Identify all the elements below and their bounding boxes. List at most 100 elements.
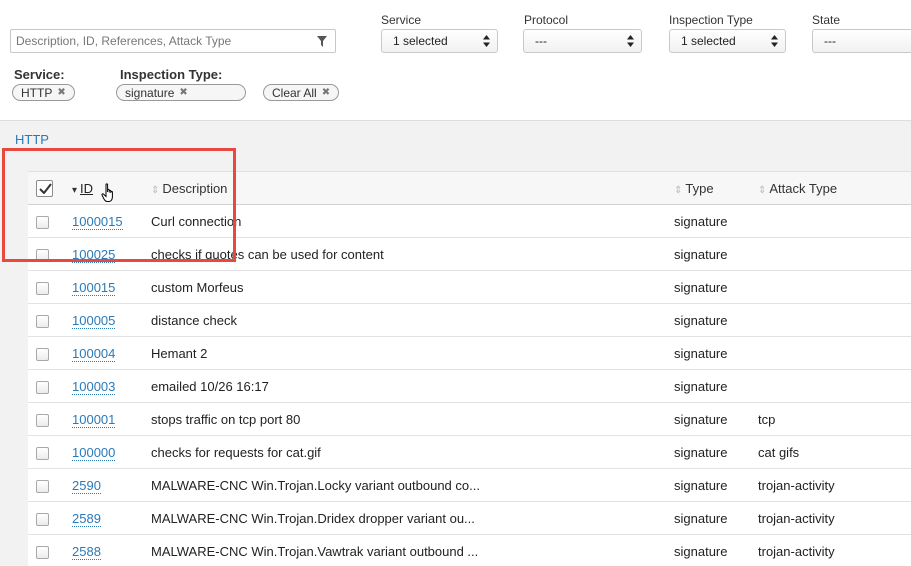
row-checkbox[interactable] <box>36 380 49 394</box>
row-type: signature <box>674 345 728 361</box>
row-type: signature <box>674 411 728 427</box>
column-header-description-label: Description <box>162 180 228 196</box>
table-row[interactable]: 100004 Hemant 2 signature <box>28 336 911 370</box>
table-row[interactable]: 2589 MALWARE-CNC Win.Trojan.Dridex droppe… <box>28 501 911 535</box>
row-checkbox[interactable] <box>36 215 49 229</box>
table-row[interactable]: 100001 stops traffic on tcp port 80 signat… <box>28 402 911 436</box>
row-attack-type <box>751 304 911 337</box>
rule-id-link[interactable]: 2590 <box>72 477 101 494</box>
row-checkbox-cell <box>28 403 64 436</box>
row-attack-type <box>751 271 911 304</box>
rule-id-link[interactable]: 100015 <box>72 279 116 296</box>
row-description: Hemant 2 <box>151 345 208 361</box>
table-row[interactable]: 100005 distance check signature <box>28 303 911 337</box>
row-checkbox[interactable] <box>36 446 49 460</box>
table-row[interactable]: 100015 custom Morfeus signature <box>28 270 911 304</box>
row-description: stops traffic on tcp port 80 <box>151 411 301 427</box>
service-select[interactable]: 1 selected <box>381 29 498 53</box>
row-type: signature <box>674 378 728 394</box>
service-filter-label: Service <box>381 13 422 27</box>
table-row[interactable]: 1000015 Curl connection signature <box>28 204 911 238</box>
row-attack-type: trojan-activity <box>758 477 835 493</box>
chip-label: signature <box>125 85 175 100</box>
row-checkbox[interactable] <box>36 413 49 427</box>
rule-id-link[interactable]: 2588 <box>72 543 101 560</box>
row-checkbox[interactable] <box>36 545 49 559</box>
row-id-cell: 100005 <box>64 304 146 337</box>
sort-icon: ⇕ <box>758 184 767 196</box>
row-checkbox[interactable] <box>36 347 49 361</box>
row-checkbox-cell <box>28 304 64 337</box>
row-checkbox[interactable] <box>36 314 49 328</box>
row-attack-type: trojan-activity <box>758 543 835 559</box>
column-header-attack-type-label: Attack Type <box>769 180 838 196</box>
x-icon[interactable]: ✖ <box>57 87 65 98</box>
table-row[interactable]: 100000 checks for requests for cat.gif sig… <box>28 435 911 469</box>
protocol-filter-label: Protocol <box>524 13 569 27</box>
row-checkbox-cell <box>28 469 64 502</box>
results-panel: HTTP ▾ ID ⇕ Description ⇕ Type ⇕ Attack … <box>0 120 911 566</box>
row-description: emailed 10/26 16:17 <box>151 378 269 394</box>
service-chip-group-label: Service: <box>14 67 65 82</box>
state-select[interactable]: --- <box>812 29 911 53</box>
row-checkbox-cell <box>28 337 64 370</box>
rule-id-link[interactable]: 100001 <box>72 411 116 428</box>
rule-id-link[interactable]: 2589 <box>72 510 101 527</box>
rule-id-link[interactable]: 100000 <box>72 444 116 461</box>
table-row[interactable]: 100003 emailed 10/26 16:17 signature <box>28 369 911 403</box>
x-icon: ✖ <box>321 87 331 98</box>
row-checkbox[interactable] <box>36 479 49 493</box>
column-header-description[interactable]: ⇕ Description <box>146 172 669 205</box>
row-type: signature <box>674 246 728 262</box>
row-description: custom Morfeus <box>151 279 244 295</box>
rule-id-link[interactable]: 100005 <box>72 312 116 329</box>
row-attack-type: cat gifs <box>758 444 800 460</box>
table-header-row: ▾ ID ⇕ Description ⇕ Type ⇕ Attack Type <box>28 171 911 205</box>
clear-all-button[interactable]: Clear All ✖ <box>263 84 340 101</box>
row-checkbox[interactable] <box>36 248 49 262</box>
table-row[interactable]: 100025 checks if quotes can be used for c… <box>28 237 911 271</box>
search-input[interactable] <box>16 34 306 48</box>
sort-desc-icon: ▾ <box>72 184 78 196</box>
up-down-arrows-icon <box>771 35 778 50</box>
column-header-type[interactable]: ⇕ Type <box>669 172 751 205</box>
row-checkbox[interactable] <box>36 281 49 295</box>
row-attack-type <box>751 205 911 238</box>
row-checkbox-cell <box>28 271 64 304</box>
service-chip-http[interactable]: HTTP ✖ <box>12 84 75 101</box>
row-id-cell: 1000015 <box>64 205 146 238</box>
row-description: distance check <box>151 312 237 328</box>
sort-icon: ⇕ <box>674 184 683 196</box>
search-field[interactable] <box>10 29 336 53</box>
row-description: checks if quotes can be used for content <box>151 246 384 262</box>
row-description: MALWARE-CNC Win.Trojan.Vawtrak variant o… <box>151 543 479 559</box>
rule-id-link[interactable]: 100025 <box>72 246 116 263</box>
inspection-chip-signature[interactable]: signature ✖ <box>116 84 246 101</box>
rules-table: ▾ ID ⇕ Description ⇕ Type ⇕ Attack Type 1000… <box>28 171 911 566</box>
table-row[interactable]: 2588 MALWARE-CNC Win.Trojan.Vawtrak varia… <box>28 534 911 566</box>
rule-id-link[interactable]: 1000015 <box>72 213 123 230</box>
row-checkbox[interactable] <box>36 512 49 526</box>
hand-pointer-icon <box>101 183 117 206</box>
rule-id-link[interactable]: 100003 <box>72 378 116 395</box>
select-all-checkbox[interactable] <box>36 179 53 197</box>
row-attack-type: tcp <box>758 411 776 427</box>
inspection-chip-group-label: Inspection Type: <box>120 67 223 82</box>
row-attack-type <box>751 370 911 403</box>
column-header-attack-type[interactable]: ⇕ Attack Type <box>751 172 911 205</box>
service-group-title[interactable]: HTTP <box>15 132 49 147</box>
row-type: signature <box>674 477 728 493</box>
protocol-select[interactable]: --- <box>523 29 642 53</box>
state-select-value: --- <box>824 34 836 48</box>
inspection-type-select[interactable]: 1 selected <box>669 29 786 53</box>
x-icon[interactable]: ✖ <box>179 87 187 98</box>
row-description: checks for requests for cat.gif <box>151 444 321 460</box>
row-checkbox-cell <box>28 205 64 238</box>
table-row[interactable]: 2590 MALWARE-CNC Win.Trojan.Locky variant… <box>28 468 911 502</box>
protocol-select-value: --- <box>535 34 547 48</box>
funnel-icon[interactable] <box>317 36 327 50</box>
rule-id-link[interactable]: 100004 <box>72 345 116 362</box>
clear-all-label: Clear All <box>272 85 317 100</box>
filter-bar: Service 1 selected Protocol --- Inspecti… <box>0 0 911 120</box>
row-id-cell: 2589 <box>64 502 146 535</box>
